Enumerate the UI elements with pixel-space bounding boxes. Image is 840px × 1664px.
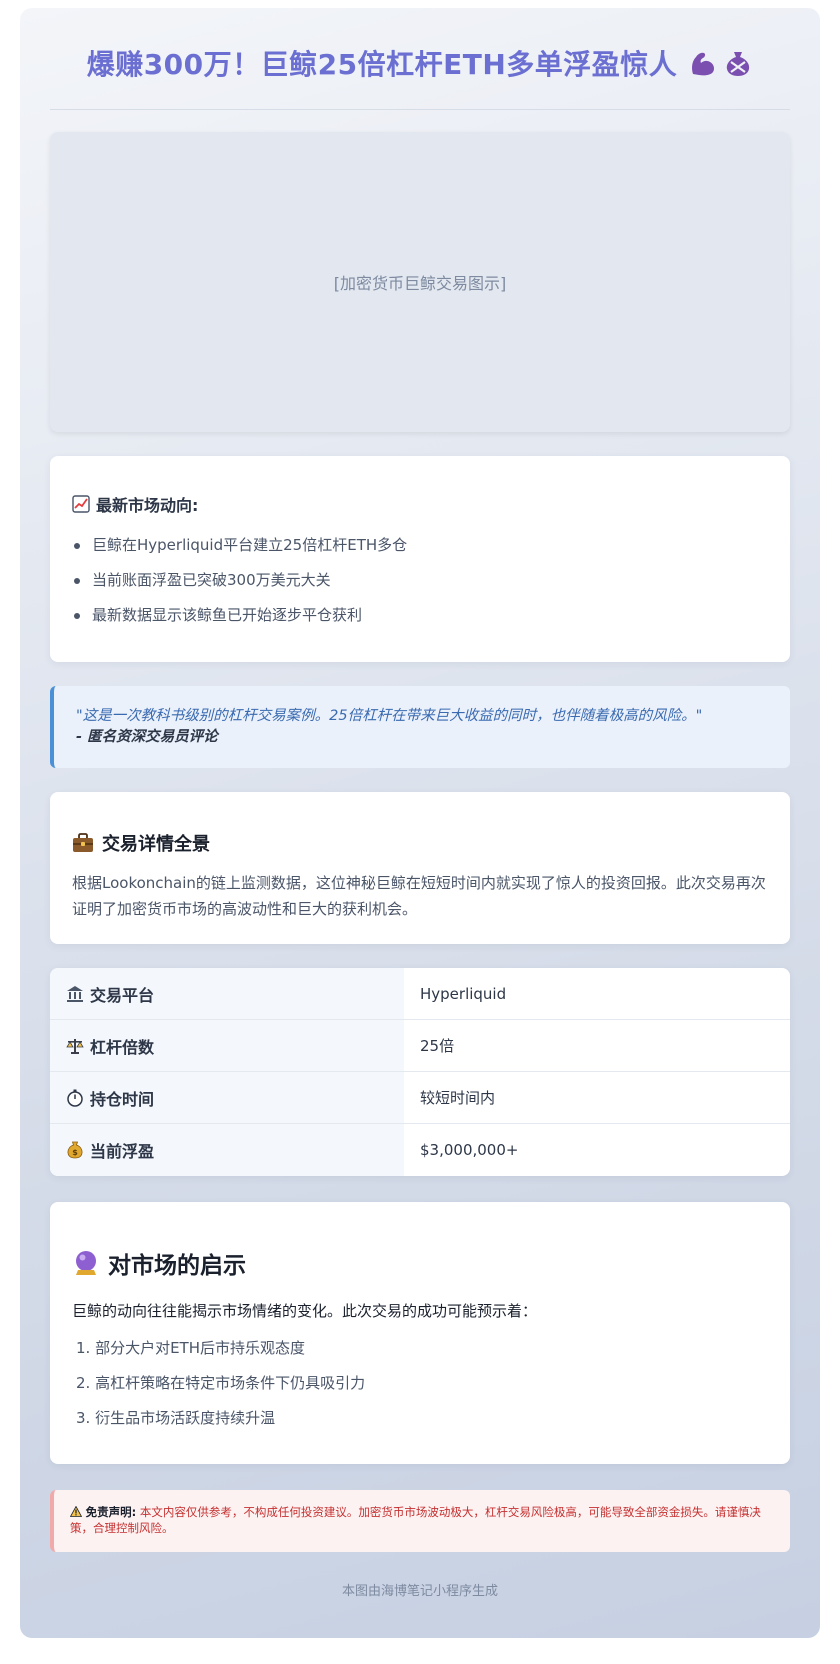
image-placeholder: [加密货币巨鲸交易图示]: [50, 132, 790, 432]
money-bag-icon: $: [67, 1141, 83, 1159]
table-value: 较短时间内: [420, 1089, 496, 1107]
page-title: 爆赚300万！巨鲸25倍杠杆ETH多单浮盈惊人: [86, 47, 678, 81]
table-key: 杠杆倍数: [90, 1037, 155, 1057]
disclaimer-text: 本文内容仅供参考，不构成任何投资建议。加密货币市场波动极大，杠杆交易风险极高，可…: [70, 1505, 761, 1535]
list-item: 1. 部分大户对ETH后市持乐观态度: [76, 1339, 306, 1357]
table-key-cell: 杠杆倍数: [50, 1020, 404, 1071]
money-bag-icon: [727, 51, 750, 76]
trade-detail-card: 交易详情全景 根据Lookonchain的链上监测数据，这位神秘巨鲸在短短时间内…: [50, 792, 790, 944]
table-key: 交易平台: [90, 985, 155, 1005]
table-row: 交易平台 Hyperliquid: [50, 968, 790, 1020]
market-news-heading: 最新市场动向:: [72, 492, 768, 516]
market-insight-title: 对市场的启示: [108, 1253, 246, 1279]
table-key-cell: 交易平台: [50, 968, 404, 1019]
disclaimer-label: 免责声明:: [85, 1505, 137, 1519]
market-insight-card: 对市场的启示 巨鲸的动向往往能揭示市场情绪的变化。此次交易的成功可能预示着： 1…: [50, 1202, 790, 1464]
table-value: 25倍: [420, 1037, 455, 1055]
list-item: 最新数据显示该鲸鱼已开始逐步平仓获利: [72, 598, 768, 633]
flexed-bicep-icon: [692, 52, 715, 75]
crystal-ball-icon: [76, 1251, 96, 1275]
list-item: 3. 衍生品市场活跃度持续升温: [76, 1409, 276, 1427]
warning-icon: [69, 1505, 83, 1517]
table-key-cell: 持仓时间: [50, 1072, 404, 1123]
balance-scale-icon: [66, 1038, 84, 1054]
table-row: $ 当前浮盈 $3,000,000+: [50, 1124, 790, 1176]
list-item: 巨鲸在Hyperliquid平台建立25倍杠杆ETH多仓: [72, 528, 768, 563]
briefcase-icon: [73, 833, 93, 852]
table-key: 持仓时间: [90, 1089, 155, 1109]
table-value: $3,000,000+: [420, 1141, 519, 1159]
chart-increasing-icon: [72, 495, 90, 513]
trade-detail-title: 交易详情全景: [102, 834, 210, 855]
table-row: 杠杆倍数 25倍: [50, 1020, 790, 1072]
market-insight-intro: 巨鲸的动向往往能揭示市场情绪的变化。此次交易的成功可能预示着：: [72, 1302, 538, 1320]
market-news-card: 最新市场动向: 巨鲸在Hyperliquid平台建立25倍杠杆ETH多仓 当前账…: [50, 456, 790, 662]
quote-text: "这是一次教科书级别的杠杆交易案例。25倍杠杆在带来巨大收益的同时，也伴随着极高…: [76, 708, 703, 724]
svg-text:$: $: [72, 1148, 78, 1157]
trade-info-table: 交易平台 Hyperliquid 杠杆倍数 25倍 持仓时间 较短时间内 $ 当…: [50, 968, 790, 1176]
disclaimer-box: 免责声明: 本文内容仅供参考，不构成任何投资建议。加密货币市场波动极大，杠杆交易…: [50, 1490, 790, 1552]
title-bar: 爆赚300万！巨鲸25倍杠杆ETH多单浮盈惊人: [50, 8, 790, 110]
table-key: 当前浮盈: [90, 1142, 155, 1161]
title-icons: [687, 48, 753, 78]
footer-credit: 本图由海博笔记小程序生成: [341, 1584, 498, 1599]
list-item: 当前账面浮盈已突破300万美元大关: [72, 563, 768, 598]
list-item: 2. 高杠杆策略在特定市场条件下仍具吸引力: [76, 1374, 366, 1392]
market-insight-list: 1. 部分大户对ETH后市持乐观态度 2. 高杠杆策略在特定市场条件下仍具吸引力…: [72, 1331, 768, 1436]
table-value: Hyperliquid: [420, 984, 507, 1003]
market-insight-heading: 对市场的启示: [72, 1246, 768, 1280]
quote-author: - 匿名资深交易员评论: [76, 729, 218, 745]
trade-detail-body: 根据Lookonchain的链上监测数据，这位神秘巨鲸在短短时间内就实现了惊人的…: [72, 874, 766, 918]
bank-icon: [67, 985, 83, 1002]
market-news-list: 巨鲸在Hyperliquid平台建立25倍杠杆ETH多仓 当前账面浮盈已突破30…: [72, 528, 768, 633]
poster: 爆赚300万！巨鲸25倍杠杆ETH多单浮盈惊人 [加密货币巨鲸交易图示] 最新市…: [20, 8, 820, 1638]
trader-quote: "这是一次教科书级别的杠杆交易案例。25倍杠杆在带来巨大收益的同时，也伴随着极高…: [50, 686, 790, 768]
stopwatch-icon: [67, 1089, 83, 1107]
image-placeholder-label: [加密货币巨鲸交易图示]: [333, 274, 507, 293]
market-news-title: 最新市场动向:: [96, 496, 199, 515]
table-key-cell: $ 当前浮盈: [50, 1124, 404, 1176]
trade-detail-heading: 交易详情全景: [72, 830, 768, 856]
table-row: 持仓时间 较短时间内: [50, 1072, 790, 1124]
